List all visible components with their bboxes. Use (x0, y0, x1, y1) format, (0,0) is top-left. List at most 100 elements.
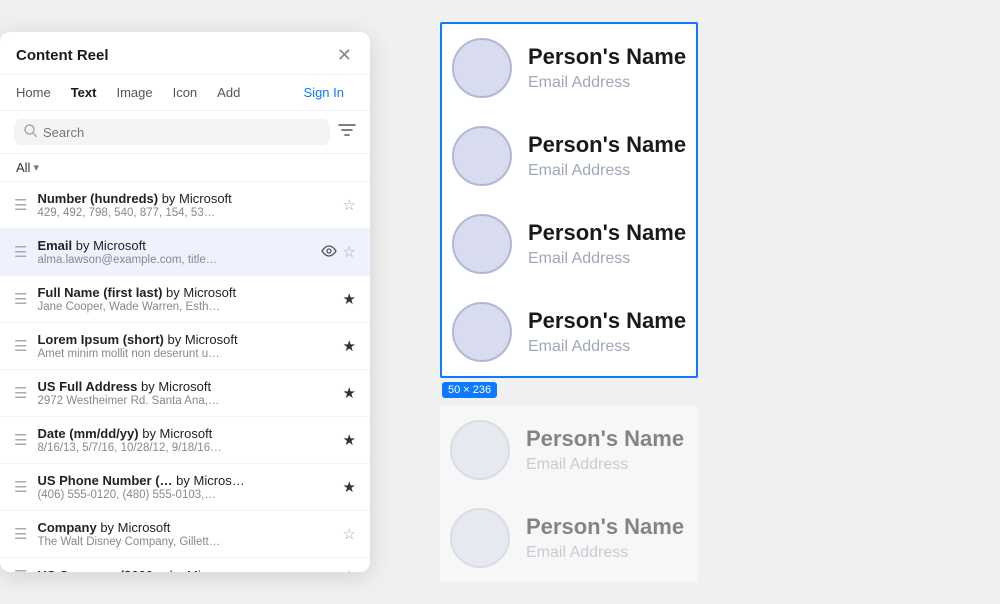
nav-icon[interactable]: Icon (163, 81, 208, 104)
avatar (452, 302, 512, 362)
person-email: Email Address (526, 544, 684, 562)
panel-nav: Home Text Image Icon Add Sign In (0, 75, 370, 111)
star-icon[interactable]: ★ (343, 431, 356, 449)
search-input-wrap (14, 119, 330, 145)
person-name: Person's Name (526, 514, 684, 540)
star-icon[interactable]: ☆ (343, 567, 356, 572)
canvas-area: Person's Name Email Address Person's Nam… (410, 2, 1000, 602)
item-content: Full Name (first last) by Microsoft Jane… (37, 285, 332, 313)
item-title: Full Name (first last) by Microsoft (37, 285, 332, 300)
nav-text[interactable]: Text (61, 81, 107, 104)
item-actions: ☆ (343, 196, 356, 214)
person-info: Person's Name Email Address (526, 426, 684, 474)
item-content: US Phone Number (… by Micros… (406) 555-… (37, 473, 332, 501)
item-actions: ★ (343, 384, 356, 402)
item-actions: ☆ (321, 243, 356, 261)
size-badge: 50 × 236 (442, 382, 497, 398)
person-info: Person's Name Email Address (528, 220, 686, 268)
item-title: Lorem Ipsum (short) by Microsoft (37, 332, 332, 347)
person-name: Person's Name (528, 308, 686, 334)
person-row: Person's Name Email Address (440, 406, 698, 494)
search-input[interactable] (43, 125, 320, 140)
list-item[interactable]: ☰ Lorem Ipsum (short) by Microsoft Amet … (0, 323, 370, 370)
item-subtitle: (406) 555-0120, (480) 555-0103,… (37, 489, 332, 501)
nav-home[interactable]: Home (16, 81, 61, 104)
person-info: Person's Name Email Address (528, 132, 686, 180)
list-icon: ☰ (14, 431, 27, 449)
item-title: Date (mm/dd/yy) by Microsoft (37, 426, 332, 441)
close-button[interactable]: ✕ (335, 46, 354, 64)
star-icon[interactable]: ☆ (343, 196, 356, 214)
person-info: Person's Name Email Address (526, 514, 684, 562)
eye-icon[interactable] (321, 244, 337, 260)
item-content: Lorem Ipsum (short) by Microsoft Amet mi… (37, 332, 332, 360)
item-content: Email by Microsoft alma.lawson@example.c… (37, 238, 310, 266)
filter-all-label: All ▾ (16, 160, 39, 175)
search-bar (0, 111, 370, 154)
star-icon[interactable]: ☆ (343, 243, 356, 261)
item-actions: ☆ (343, 567, 356, 572)
list-item[interactable]: ☰ Number (hundreds) by Microsoft 429, 49… (0, 182, 370, 229)
person-row: Person's Name Email Address (442, 288, 696, 376)
star-icon[interactable]: ★ (343, 290, 356, 308)
star-icon[interactable]: ★ (343, 478, 356, 496)
list-icon: ☰ (14, 567, 27, 572)
item-content: US Full Address by Microsoft 2972 Westhe… (37, 379, 332, 407)
item-subtitle: Amet minim mollit non deserunt u… (37, 348, 332, 360)
avatar (450, 508, 510, 568)
item-title: Company by Microsoft (37, 520, 332, 535)
list-item[interactable]: ☰ US Full Address by Microsoft 2972 West… (0, 370, 370, 417)
list-item[interactable]: ☰ Company by Microsoft The Walt Disney C… (0, 511, 370, 558)
list-item[interactable]: ☰ US Phone Number (… by Micros… (406) 55… (0, 464, 370, 511)
item-content: Company by Microsoft The Walt Disney Com… (37, 520, 332, 548)
person-row: Person's Name Email Address (442, 112, 696, 200)
person-name: Person's Name (528, 220, 686, 246)
star-icon[interactable]: ☆ (343, 525, 356, 543)
avatar (452, 126, 512, 186)
list-item[interactable]: ☰ Full Name (first last) by Microsoft Ja… (0, 276, 370, 323)
item-subtitle: 429, 492, 798, 540, 877, 154, 53… (37, 207, 332, 219)
item-actions: ★ (343, 431, 356, 449)
person-row: Person's Name Email Address (442, 200, 696, 288)
list-icon: ☰ (14, 243, 27, 261)
person-info: Person's Name Email Address (528, 308, 686, 356)
item-actions: ★ (343, 478, 356, 496)
star-icon[interactable]: ★ (343, 384, 356, 402)
person-row: Person's Name Email Address (440, 494, 698, 582)
item-content: Date (mm/dd/yy) by Microsoft 8/16/13, 5/… (37, 426, 332, 454)
nav-add[interactable]: Add (207, 81, 250, 104)
list-icon: ☰ (14, 290, 27, 308)
person-email: Email Address (528, 74, 686, 92)
list-icon: ☰ (14, 525, 27, 543)
person-email: Email Address (528, 162, 686, 180)
selected-group: Person's Name Email Address Person's Nam… (440, 22, 698, 378)
filter-icon[interactable] (338, 122, 356, 143)
item-title: US Full Address by Microsoft (37, 379, 332, 394)
avatar (450, 420, 510, 480)
list-item[interactable]: ☰ Date (mm/dd/yy) by Microsoft 8/16/13, … (0, 417, 370, 464)
list-item[interactable]: ☰ Email by Microsoft alma.lawson@example… (0, 229, 370, 276)
avatar (452, 38, 512, 98)
person-name: Person's Name (528, 132, 686, 158)
person-email: Email Address (528, 338, 686, 356)
item-content: US Currency ($000… by Micros… (37, 568, 332, 572)
list-icon: ☰ (14, 196, 27, 214)
panel-title: Content Reel (16, 47, 109, 64)
person-email: Email Address (526, 456, 684, 474)
search-icon (24, 124, 37, 140)
star-icon[interactable]: ★ (343, 337, 356, 355)
list-icon: ☰ (14, 384, 27, 402)
person-email: Email Address (528, 250, 686, 268)
filter-row[interactable]: All ▾ (0, 154, 370, 182)
nav-sign-in[interactable]: Sign In (294, 81, 354, 104)
panel-header: Content Reel ✕ (0, 32, 370, 75)
list-icon: ☰ (14, 478, 27, 496)
nav-image[interactable]: Image (106, 81, 162, 104)
item-subtitle: Jane Cooper, Wade Warren, Esth… (37, 301, 332, 313)
list-item[interactable]: ☰ US Currency ($000… by Micros… ☆ (0, 558, 370, 572)
item-actions: ★ (343, 290, 356, 308)
item-subtitle: alma.lawson@example.com, title… (37, 254, 310, 266)
item-subtitle: 2972 Westheimer Rd. Santa Ana,… (37, 395, 332, 407)
chevron-down-icon: ▾ (33, 161, 39, 174)
item-title: Email by Microsoft (37, 238, 310, 253)
